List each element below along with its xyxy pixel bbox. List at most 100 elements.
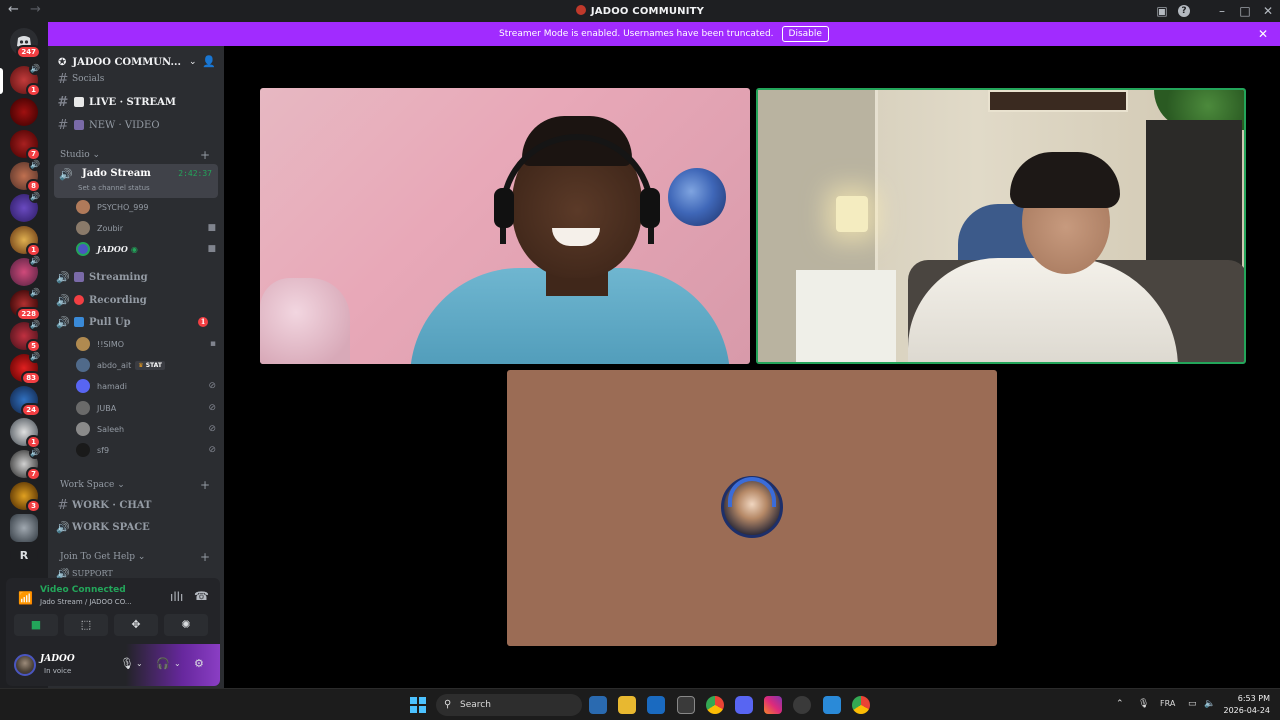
voice-user[interactable]: !!SIMO ▪ [76,334,218,354]
category-studio[interactable]: Studio ⌄ + [60,148,210,162]
user-name[interactable]: JADOO [40,654,75,664]
avatar[interactable] [14,654,36,676]
deafened-icon: ⊘ [208,424,216,434]
server-icon[interactable]: 🔊 5 [10,319,41,353]
video-tile-speaking[interactable] [756,88,1246,364]
screen-share-button[interactable]: ⬚ [64,614,108,636]
voice-user[interactable]: JUBA ⊘ [76,398,218,418]
microphone-icon[interactable]: 🎙 [120,657,134,670]
chrome-icon[interactable] [852,696,870,714]
deafened-icon: ⊘ [208,403,216,413]
close-window-icon[interactable]: ✕ [1260,3,1276,19]
store-icon[interactable] [677,696,695,714]
mic-tray-icon[interactable]: 🎙 [1138,699,1149,709]
file-explorer-icon[interactable] [618,696,636,714]
invite-user-icon[interactable]: 👤 [202,55,216,68]
category-join-help[interactable]: Join To Get Help ⌄ + [60,550,210,564]
channel-live-stream[interactable]: # LIVE · STREAM [54,92,218,112]
channel-recording[interactable]: 🔊 Recording [54,290,218,310]
selected-indicator [0,68,3,94]
outlook-icon[interactable] [647,696,665,714]
tray-chevron-icon[interactable]: ⌃ [1116,699,1124,709]
settings-gear-icon[interactable]: ⚙ [194,657,204,670]
channel-work-chat[interactable]: # WORK · CHAT [54,495,218,515]
disable-button[interactable]: Disable [781,26,829,42]
instagram-icon[interactable] [764,696,782,714]
channel-socials[interactable]: # Socials [54,72,218,86]
video-stage [224,46,1280,688]
chevron-down-icon[interactable]: ⌄ [174,659,181,668]
weather-app-icon[interactable] [589,696,607,714]
server-icon[interactable]: 🔊 228 [10,287,41,321]
disconnect-icon[interactable]: ☎ [194,589,209,603]
server-icon[interactable]: 1 [10,226,41,257]
user-tag: ♛ STAT [135,360,165,370]
close-banner-icon[interactable]: ✕ [1258,27,1268,41]
taskbar-search[interactable]: ⚲ Search [436,694,582,716]
add-channel-icon[interactable]: + [200,148,210,162]
channel-new-video[interactable]: # NEW · VIDEO [54,115,218,135]
channel-streaming[interactable]: 🔊 Streaming [54,267,218,287]
server-icon[interactable]: 🔊 7 [10,447,41,481]
video-tile[interactable] [260,88,750,364]
server-icon[interactable]: 🔊 [10,191,41,222]
set-status-link[interactable]: Set a channel status [78,184,150,192]
server-icon[interactable] [10,514,38,542]
discord-taskbar-icon[interactable] [735,696,753,714]
chevron-down-icon[interactable]: ⌄ [136,659,143,668]
headphones-icon[interactable]: 🎧 [156,657,170,670]
volume-icon[interactable]: 🔈 [1204,699,1215,709]
server-icon[interactable]: 🔊 83 [10,351,41,385]
voice-status[interactable]: Video Connected [40,585,126,595]
server-icon[interactable]: 7 [10,130,41,161]
server-icon[interactable]: 3 [10,482,41,513]
network-icon[interactable]: ▭ [1188,699,1197,709]
channel-support[interactable]: 🔊 SUPPORT [54,568,218,578]
language-indicator[interactable]: FRA [1160,699,1175,708]
voice-user[interactable]: PSYCHO_999 [76,197,218,217]
server-icon[interactable] [10,98,38,126]
minimize-icon[interactable]: – [1214,3,1230,19]
channel-jado-stream[interactable]: 🔊 Jado Stream 2:42:37 Set a channel stat… [54,164,218,198]
soundboard-button[interactable]: ✺ [164,614,208,636]
add-channel-icon[interactable]: + [200,478,210,492]
speaker-icon: 🔊 [29,447,41,459]
soundboard-icon[interactable]: ıllı [170,590,183,604]
activities-button[interactable]: ✥ [114,614,158,636]
video-tile-camera-off[interactable] [507,370,997,646]
voice-location[interactable]: Jado Stream / JADOO CO... [40,598,132,606]
voice-user[interactable]: abdo_ait ♛ STAT [76,355,218,375]
voice-user[interactable]: JADOO ◉ ■ [76,239,218,259]
user-status: In voice [44,667,72,675]
windows-start-icon[interactable] [410,697,426,713]
voice-user[interactable]: sf9 ⊘ [76,440,218,460]
add-channel-icon[interactable]: + [200,550,210,564]
chrome-icon[interactable] [706,696,724,714]
video-emoji-icon [74,120,84,130]
channel-pull-up[interactable]: 🔊 Pull Up 1 [54,312,218,332]
banner-text: Streamer Mode is enabled. Usernames have… [499,29,774,39]
app-icon[interactable] [823,696,841,714]
category-work-space[interactable]: Work Space ⌄ + [60,478,210,492]
server-icon[interactable]: 24 [10,386,41,417]
voice-user[interactable]: Zoubir ■ [76,218,218,238]
voice-channel-icon: 🔊 [56,293,70,307]
channel-work-space[interactable]: 🔊 WORK SPACE [54,517,218,537]
server-icon[interactable]: 1 [10,418,41,449]
voice-user[interactable]: hamadi ⊘ [76,376,218,396]
app-icon[interactable] [793,696,811,714]
server-icon[interactable]: 🔊 [10,255,41,286]
unread-badge: 247 [16,45,41,59]
camera-button[interactable]: ■ [14,614,58,636]
server-icon[interactable]: 🔊 8 [10,159,41,193]
voice-user[interactable]: Saleeh ⊘ [76,419,218,439]
guild-badge-icon: ✪ [58,56,67,68]
server-letter-icon[interactable]: R [10,542,38,570]
server-icon[interactable]: 🔊 1 [10,63,41,97]
maximize-icon[interactable]: □ [1237,3,1253,19]
direct-messages-button[interactable]: 247 [10,28,41,59]
taskbar-clock[interactable]: 6:53 PM 2026-04-24 [1224,693,1271,717]
inbox-icon[interactable]: ▣ [1154,3,1170,19]
wall-frame [988,90,1128,112]
help-icon[interactable]: ? [1178,5,1190,17]
